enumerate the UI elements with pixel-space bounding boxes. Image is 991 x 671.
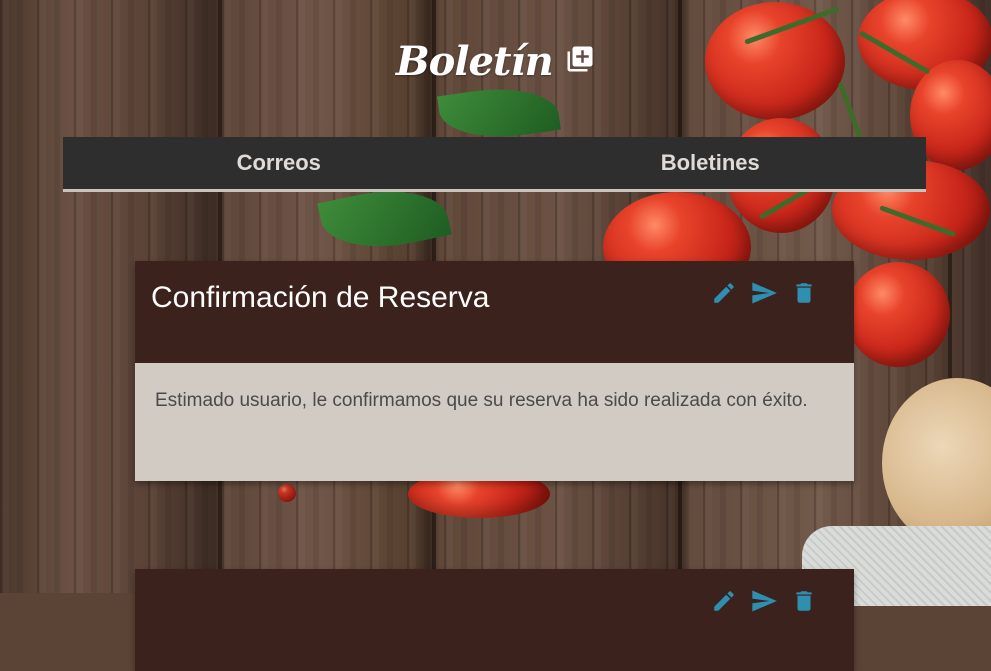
- card-actions: [710, 279, 818, 307]
- card-title: Confirmación de Reserva: [151, 281, 490, 314]
- card-body: Estimado usuario, le confirmamos que su …: [135, 363, 854, 481]
- send-icon[interactable]: [750, 279, 778, 307]
- brand-title: Boletín: [395, 38, 554, 85]
- card-header: Confirmación de Reserva: [135, 261, 854, 363]
- card-actions: [710, 587, 818, 615]
- delete-icon[interactable]: [790, 587, 818, 615]
- tab-boletines[interactable]: Boletines: [495, 137, 927, 189]
- newsletter-card: [135, 569, 854, 671]
- send-icon[interactable]: [750, 587, 778, 615]
- card-header: [135, 569, 854, 671]
- add-library-icon[interactable]: [565, 44, 595, 74]
- delete-icon[interactable]: [790, 279, 818, 307]
- brand-header: Boletín: [0, 38, 991, 85]
- tab-correos[interactable]: Correos: [63, 137, 495, 189]
- main-nav: Correos Boletines: [63, 137, 926, 192]
- edit-icon[interactable]: [710, 279, 738, 307]
- newsletter-card: Confirmación de Reserva Estimado usuario…: [135, 261, 854, 481]
- edit-icon[interactable]: [710, 587, 738, 615]
